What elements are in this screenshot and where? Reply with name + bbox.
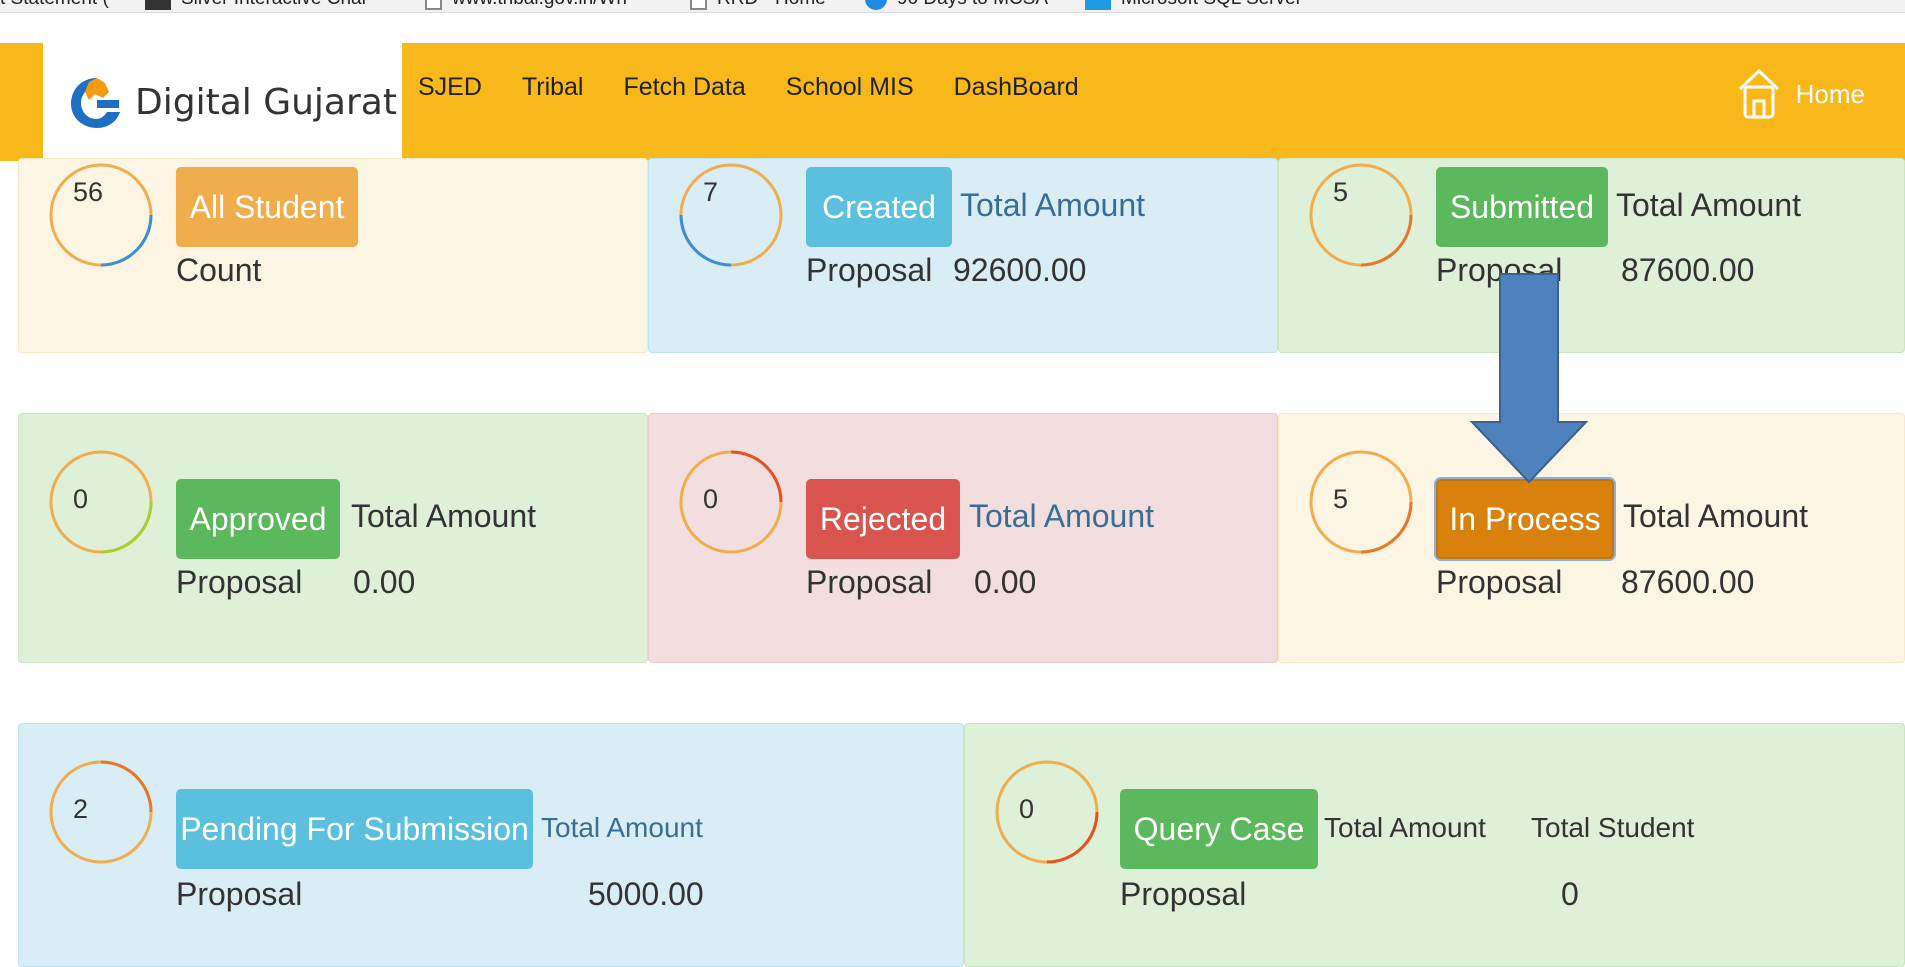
rejected-button[interactable]: Rejected xyxy=(806,479,960,559)
proposal-label: Proposal xyxy=(1120,876,1247,912)
brand[interactable]: Digital Gujarat xyxy=(43,43,402,161)
home-link[interactable]: Home xyxy=(1736,65,1865,123)
created-button[interactable]: Created xyxy=(806,167,952,247)
sql-icon xyxy=(1085,0,1111,10)
in-process-amount: 87600.00 xyxy=(1621,564,1755,600)
home-icon xyxy=(1738,68,1779,119)
proposal-label: Proposal xyxy=(1436,564,1563,600)
card-rejected: 0 Rejected Total Amount Proposal 0.00 xyxy=(648,413,1278,663)
digital-gujarat-logo-icon xyxy=(71,78,120,128)
proposal-label: Proposal xyxy=(176,876,303,912)
total-amount-label: Total Amount xyxy=(1616,187,1801,223)
nav-link-fetch-data[interactable]: Fetch Data xyxy=(624,73,746,102)
progress-ring xyxy=(49,760,153,864)
pending-amount: 5000.00 xyxy=(588,876,704,912)
total-amount-label: Total Amount xyxy=(960,187,1145,223)
query-students: 0 xyxy=(1561,876,1579,912)
bookmark-item[interactable]: 90 Days to MCSA xyxy=(865,0,1048,10)
card-query-case: 0 Query Case Total Amount Total Student … xyxy=(964,723,1905,967)
globe-icon xyxy=(865,0,887,10)
rejected-count: 0 xyxy=(703,484,719,514)
card-in-process: 5 In Process Total Amount Proposal 87600… xyxy=(1278,413,1905,663)
pending-count: 2 xyxy=(73,794,89,824)
bookmark-item[interactable]: Microsoft SQL Server xyxy=(1085,0,1302,10)
created-count: 7 xyxy=(703,177,719,207)
query-count: 0 xyxy=(1019,794,1035,824)
page-icon xyxy=(425,0,442,10)
card-all-student: 56 All Student Count xyxy=(18,158,648,353)
all-student-button[interactable]: All Student xyxy=(176,167,358,247)
progress-ring xyxy=(679,163,783,267)
progress-ring xyxy=(1309,450,1413,554)
bookmark-item[interactable]: RRD - Home xyxy=(690,0,826,10)
total-amount-label: Total Amount xyxy=(541,812,703,843)
submitted-amount: 87600.00 xyxy=(1621,252,1755,288)
page-icon xyxy=(690,0,707,10)
proposal-label: Proposal xyxy=(176,564,303,600)
count-label: Count xyxy=(176,252,262,288)
total-amount-label: Total Amount xyxy=(1324,812,1486,843)
progress-ring xyxy=(49,450,153,554)
approved-amount: 0.00 xyxy=(353,564,416,600)
approved-count: 0 xyxy=(73,484,89,514)
chart-icon xyxy=(145,0,171,10)
card-created: 7 Created Total Amount Proposal 92600.00 xyxy=(648,158,1278,353)
total-amount-label: Total Amount xyxy=(1623,498,1808,534)
nav-links: SJED Tribal Fetch Data School MIS DashBo… xyxy=(418,73,1119,102)
created-amount: 92600.00 xyxy=(953,252,1087,288)
nav-link-dashboard[interactable]: DashBoard xyxy=(954,73,1079,102)
progress-ring xyxy=(1309,163,1413,267)
bookmark-item[interactable]: www.tribal.gov.in/Wh xyxy=(425,0,627,10)
total-amount-label: Total Amount xyxy=(351,498,536,534)
nav-link-tribal[interactable]: Tribal xyxy=(522,73,584,102)
down-arrow-icon xyxy=(1470,273,1588,484)
in-process-button[interactable]: In Process xyxy=(1436,479,1614,559)
query-case-button[interactable]: Query Case xyxy=(1120,789,1318,869)
nav-link-sjed[interactable]: SJED xyxy=(418,73,482,102)
home-label: Home xyxy=(1795,78,1865,109)
top-navbar: Digital Gujarat SJED Tribal Fetch Data S… xyxy=(0,43,1905,161)
in-process-count: 5 xyxy=(1333,484,1349,514)
bookmark-item[interactable]: Silver Interactive Char xyxy=(145,0,368,10)
approved-button[interactable]: Approved xyxy=(176,479,340,559)
brand-title: Digital Gujarat xyxy=(135,81,397,123)
card-approved: 0 Approved Total Amount Proposal 0.00 xyxy=(18,413,648,663)
card-submitted: 5 Submitted Total Amount Proposal 87600.… xyxy=(1278,158,1905,353)
proposal-label: Proposal xyxy=(806,252,933,288)
bookmark-item[interactable]: t Statement ( xyxy=(0,0,109,10)
bookmarks-bar: t Statement ( Silver Interactive Char ww… xyxy=(0,0,1905,13)
total-amount-label: Total Amount xyxy=(969,498,1154,534)
pending-for-submission-button[interactable]: Pending For Submission xyxy=(176,789,533,869)
card-pending-for-submission: 2 Pending For Submission Total Amount Pr… xyxy=(18,723,964,967)
progress-ring xyxy=(679,450,783,554)
all-student-count: 56 xyxy=(73,177,104,207)
submitted-count: 5 xyxy=(1333,177,1349,207)
progress-ring xyxy=(995,760,1099,864)
proposal-label: Proposal xyxy=(806,564,933,600)
nav-link-school-mis[interactable]: School MIS xyxy=(786,73,914,102)
rejected-amount: 0.00 xyxy=(974,564,1037,600)
submitted-button[interactable]: Submitted xyxy=(1436,167,1608,247)
total-student-label: Total Student xyxy=(1531,812,1695,843)
